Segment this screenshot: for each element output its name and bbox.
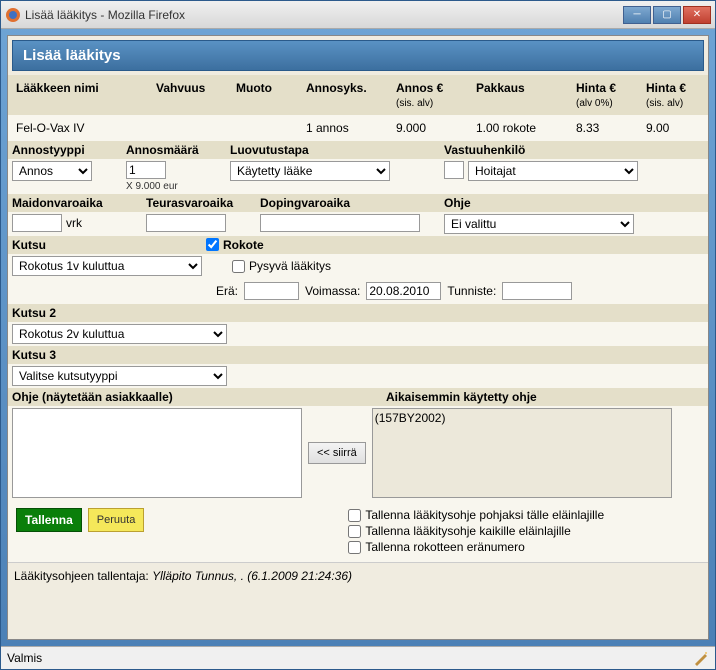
status-text: Valmis <box>7 651 42 665</box>
rokote-checkbox[interactable] <box>206 238 219 251</box>
tunniste-input[interactable] <box>502 282 572 300</box>
varoaika-row: vrk Ei valittu <box>8 212 708 236</box>
kutsu1-select[interactable]: Rokotus 1v kuluttua <box>12 256 202 276</box>
col-muoto: Muoto <box>232 79 302 111</box>
aikaisemmin-textarea[interactable]: (157BY2002) <box>372 408 672 498</box>
maximize-button[interactable]: ▢ <box>653 6 681 24</box>
dose-header-row: Annostyyppi Annosmäärä Luovutustapa Vast… <box>8 141 708 159</box>
ohje-header: Ohje (näytetään asiakkaalle) Aikaisemmin… <box>8 388 708 406</box>
vastuuhenkilo-select[interactable]: Hoitajat <box>468 161 638 181</box>
ohje-select[interactable]: Ei valittu <box>444 214 634 234</box>
save-row: Tallenna Peruuta Tallenna lääkitysohje p… <box>8 500 708 562</box>
kutsu-row: Rokotus 1v kuluttua Pysyvä lääkitys Erä:… <box>8 254 708 304</box>
dose-input-row: Annos X 9.000 eur Käytetty lääke Hoitaja… <box>8 159 708 194</box>
kutsu3-row: Valitse kutsutyyppi <box>8 364 708 388</box>
titlebar: Lisää lääkitys - Mozilla Firefox ─ ▢ ✕ <box>1 1 715 29</box>
annosmaara-note: X 9.000 eur <box>126 181 226 192</box>
tallenna-button[interactable]: Tallenna <box>16 508 82 532</box>
col-annosyks: Annosyks. <box>302 79 392 111</box>
doping-input[interactable] <box>260 214 420 232</box>
luovutustapa-select[interactable]: Käytetty lääke <box>230 161 390 181</box>
firefox-icon <box>5 7 21 23</box>
close-button[interactable]: ✕ <box>683 6 711 24</box>
kutsu2-select[interactable]: Rokotus 2v kuluttua <box>12 324 227 344</box>
window-title: Lisää lääkitys - Mozilla Firefox <box>25 8 623 22</box>
maidon-input[interactable] <box>12 214 62 232</box>
col-hinta0: Hinta €(alv 0%) <box>572 79 642 111</box>
minimize-button[interactable]: ─ <box>623 6 651 24</box>
med-table-header: Lääkkeen nimi Vahvuus Muoto Annosyks. An… <box>8 75 708 115</box>
varoaika-header: Maidonvaroaika Teurasvaroaika Dopingvaro… <box>8 194 708 212</box>
save-opt2-checkbox[interactable] <box>348 525 361 538</box>
med-table-row: Fel-O-Vax IV 1 annos 9.000 1.00 rokote 8… <box>8 115 708 141</box>
vastuu-prefix-input[interactable] <box>444 161 464 179</box>
col-name: Lääkkeen nimi <box>12 79 152 111</box>
save-opt3-checkbox[interactable] <box>348 541 361 554</box>
col-vahvuus: Vahvuus <box>152 79 232 111</box>
pysyva-checkbox[interactable] <box>232 260 245 273</box>
save-opt1-checkbox[interactable] <box>348 509 361 522</box>
peruuta-button[interactable]: Peruuta <box>88 508 145 532</box>
ohje-row: << siirrä (157BY2002) <box>8 406 708 500</box>
teuras-input[interactable] <box>146 214 226 232</box>
status-bar: Valmis <box>1 646 715 669</box>
ohje-textarea[interactable] <box>12 408 302 498</box>
col-annose: Annos €(sis. alv) <box>392 79 472 111</box>
footer-info: Lääkitysohjeen tallentaja: Ylläpito Tunn… <box>8 562 708 589</box>
col-hintaalv: Hinta €(sis. alv) <box>642 79 702 111</box>
page-title: Lisää lääkitys <box>12 40 704 71</box>
era-input[interactable] <box>244 282 299 300</box>
siirra-button[interactable]: << siirrä <box>308 442 366 464</box>
kutsu2-header: Kutsu 2 <box>8 304 708 322</box>
annostyyppi-select[interactable]: Annos <box>12 161 92 181</box>
wand-icon[interactable] <box>693 650 709 666</box>
annosmaara-input[interactable] <box>126 161 166 179</box>
kutsu3-header: Kutsu 3 <box>8 346 708 364</box>
col-pakkaus: Pakkaus <box>472 79 572 111</box>
kutsu-header: Kutsu Rokote <box>8 236 708 254</box>
kutsu3-select[interactable]: Valitse kutsutyyppi <box>12 366 227 386</box>
kutsu2-row: Rokotus 2v kuluttua <box>8 322 708 346</box>
voimassa-input[interactable] <box>366 282 441 300</box>
